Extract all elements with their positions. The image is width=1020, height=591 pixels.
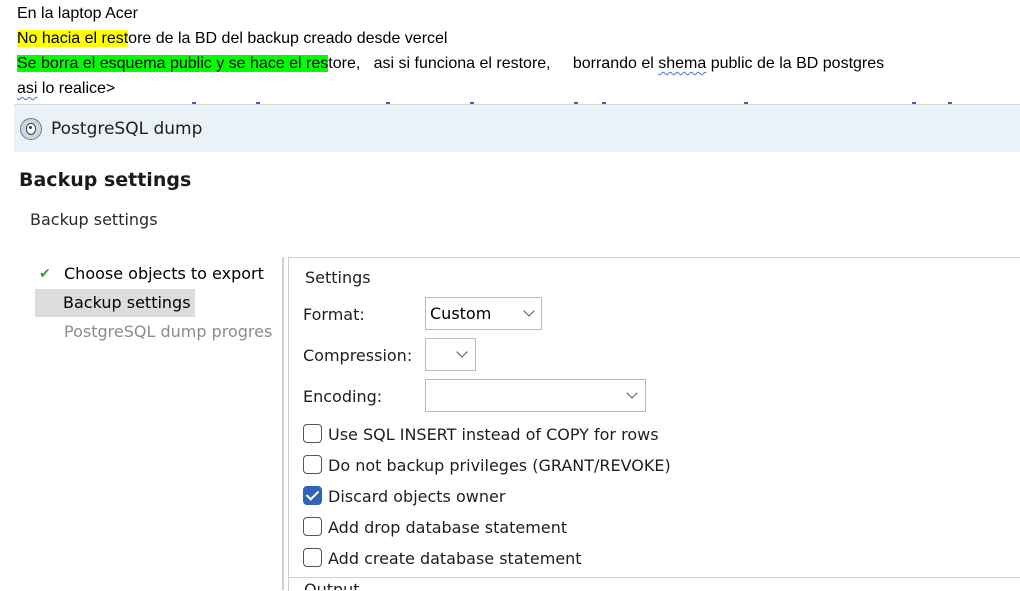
note-text: ore de la BD del backup creado desde ver…	[128, 30, 448, 47]
dialog-title: PostgreSQL dump	[51, 119, 203, 139]
format-label: Format:	[303, 305, 365, 324]
compression-select[interactable]	[425, 338, 476, 371]
page-subtitle: Backup settings	[30, 210, 158, 229]
note-misspelled-word: asi	[17, 80, 38, 97]
note-line-4: asi lo realice>	[17, 79, 115, 99]
note-highlight-yellow: No hacia el rest	[17, 30, 129, 47]
format-select-value: Custom	[430, 304, 492, 323]
checkbox-box[interactable]	[303, 455, 322, 474]
wizard-step-dump-progress[interactable]: PostgreSQL dump progres	[36, 318, 272, 346]
note-text: lo realice>	[37, 80, 116, 97]
wizard-step-label: Backup settings	[63, 293, 191, 312]
checkbox-label: Discard objects owner	[328, 487, 506, 506]
compression-label: Compression:	[303, 346, 413, 365]
checkbox-label: Add create database statement	[328, 549, 582, 568]
note-text: tore, asi si funciona el restore, borran…	[328, 55, 659, 72]
chevron-down-icon	[523, 305, 535, 317]
checkbox-box-checked[interactable]	[303, 486, 322, 505]
note-line-2: No hacia el restore de la BD del backup …	[17, 29, 447, 49]
checkbox-label: Use SQL INSERT instead of COPY for rows	[328, 425, 659, 444]
dialog-titlebar: PostgreSQL dump	[14, 105, 1020, 152]
settings-group-title: Settings	[304, 268, 372, 287]
panel-divider	[282, 257, 284, 590]
note-highlight-green: Se borra el esquema public y se hace el …	[17, 55, 329, 72]
note-line-3: Se borra el esquema public y se hace el …	[17, 54, 884, 74]
wizard-step-label: PostgreSQL dump progres	[64, 322, 273, 341]
checkbox-box[interactable]	[303, 548, 322, 567]
checkmark-icon: ✔	[39, 266, 51, 282]
postgresql-elephant-icon	[20, 118, 42, 140]
checkbox-label: Do not backup privileges (GRANT/REVOKE)	[328, 456, 671, 475]
note-text: public de la BD postgres	[706, 55, 885, 72]
note-misspelled-word: shema	[658, 55, 707, 72]
wizard-step-backup-settings[interactable]: Backup settings	[35, 289, 195, 317]
note-line-1: En la laptop Acer	[17, 4, 138, 24]
wizard-step-label: Choose objects to export	[64, 264, 264, 283]
chevron-down-icon	[626, 387, 638, 399]
output-group-frame	[288, 577, 1020, 578]
encoding-label: Encoding:	[303, 387, 383, 406]
wizard-steps: ✔ Choose objects to export Backup settin…	[14, 257, 284, 590]
wizard-step-choose-objects[interactable]: ✔ Choose objects to export	[36, 260, 264, 288]
encoding-select[interactable]	[425, 379, 646, 412]
format-select[interactable]: Custom	[425, 297, 542, 330]
page-title: Backup settings	[19, 169, 192, 191]
note-text: En la laptop Acer	[17, 5, 138, 22]
chevron-down-icon	[456, 346, 468, 358]
postgresql-dump-dialog: PostgreSQL dump Backup settings Backup s…	[14, 104, 1020, 591]
checkbox-label: Add drop database statement	[328, 518, 568, 537]
checkbox-box[interactable]	[303, 517, 322, 536]
checkbox-box[interactable]	[303, 424, 322, 443]
